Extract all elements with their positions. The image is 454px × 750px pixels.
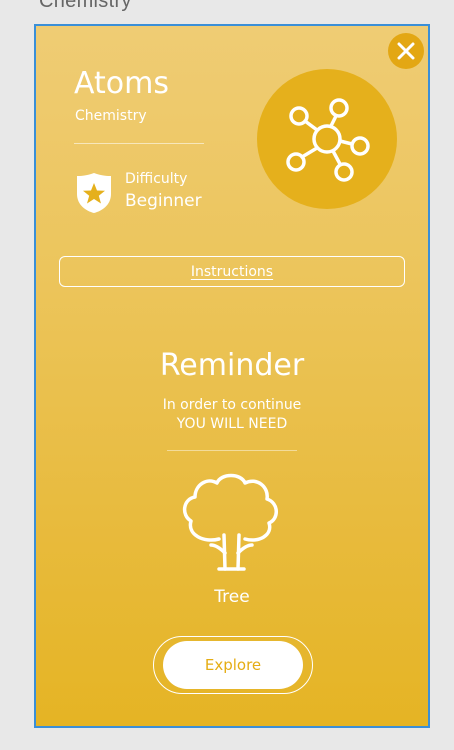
shield-star-icon [77, 173, 111, 213]
lesson-card: Atoms Chemistry Difficulty Beginner Inst… [34, 24, 430, 728]
header-divider [74, 143, 204, 144]
topic-icon-circle [257, 69, 397, 209]
lesson-subtitle: Chemistry [75, 108, 147, 124]
atom-molecule-icon [286, 98, 370, 182]
reminder-divider [167, 450, 297, 451]
difficulty-label: Difficulty [125, 171, 188, 187]
tree-icon [182, 473, 278, 571]
instructions-label: Instructions [190, 263, 274, 280]
lesson-title: Atoms [74, 66, 169, 101]
background-section-label: Chemistry [39, 0, 132, 12]
instructions-button[interactable]: Instructions [59, 256, 405, 287]
reminder-title: Reminder [159, 348, 305, 383]
close-icon [397, 42, 415, 60]
difficulty-value: Beginner [125, 191, 202, 211]
required-item-label: Tree [214, 587, 250, 607]
close-button[interactable] [388, 33, 424, 69]
reminder-text-line1: In order to continue [162, 397, 302, 413]
reminder-text-line2: YOU WILL NEED [176, 416, 288, 432]
explore-button[interactable]: Explore [163, 641, 303, 689]
explore-button-ring: Explore [153, 636, 313, 694]
